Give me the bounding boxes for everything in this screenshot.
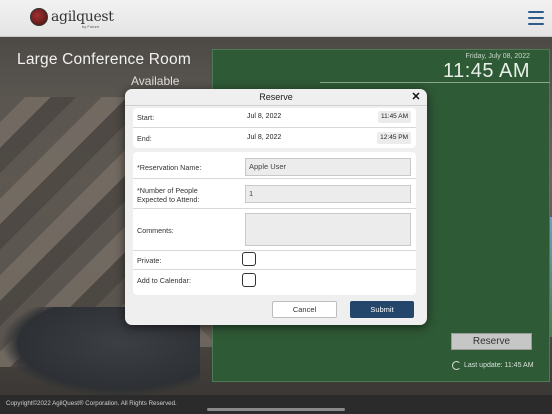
private-row: Private: [133,251,416,270]
logo-text: agilquest [51,9,114,25]
app-logo: agilquest by Forum [30,8,114,29]
form-card: *Reservation Name: Apple User *Number of… [133,152,416,295]
refresh-icon[interactable] [452,361,461,370]
private-label: Private: [137,256,162,265]
dialog-title: Reserve [125,89,427,106]
room-status: Available [131,74,180,88]
panel-time: 11:45 AM [442,60,530,82]
people-label: *Number of People Expected to Attend: [137,186,199,204]
calendar-row: Add to Calendar: [133,270,416,295]
reserve-button[interactable]: Reserve [451,333,532,350]
end-time[interactable]: 12:45 PM [377,132,411,144]
last-update-text: Last update: 11:45 AM [464,362,534,369]
end-date[interactable]: Jul 8, 2022 [247,134,281,141]
hamburger-menu-icon[interactable] [528,11,544,25]
reservation-name-label: *Reservation Name: [137,163,202,172]
logo-subtext: by Forum [82,24,99,29]
end-label: End: [137,134,152,143]
comments-row: Comments: [133,209,416,251]
comments-input[interactable] [245,213,411,246]
reservation-name-input[interactable]: Apple User [245,158,411,176]
panel-divider [320,82,550,83]
copyright-text: Copyright©2022 AgilQuest® Corporation. A… [6,400,177,407]
start-time[interactable]: 11:45 AM [378,111,411,123]
submit-button[interactable]: Submit [350,301,414,318]
people-label-line2: Expected to Attend: [137,195,200,204]
time-card: Start: Jul 8, 2022 11:45 AM End: Jul 8, … [133,108,416,148]
top-bar: agilquest by Forum [0,0,552,37]
start-date[interactable]: Jul 8, 2022 [247,113,281,120]
calendar-checkbox[interactable] [242,273,256,287]
end-row[interactable]: End: Jul 8, 2022 12:45 PM [133,128,416,148]
room-name: Large Conference Room [17,51,191,68]
start-label: Start: [137,113,155,122]
comments-label: Comments: [137,226,174,235]
private-checkbox[interactable] [242,252,256,266]
close-icon[interactable]: ✕ [411,92,421,103]
people-row: *Number of People Expected to Attend: 1 [133,179,416,209]
start-row[interactable]: Start: Jul 8, 2022 11:45 AM [133,108,416,128]
reservation-name-row: *Reservation Name: Apple User [133,152,416,179]
panel-date: Friday, July 08, 2022 [465,53,530,60]
home-indicator[interactable] [207,408,345,411]
reserve-dialog: Reserve ✕ Start: Jul 8, 2022 11:45 AM En… [125,89,427,325]
footer: Copyright©2022 AgilQuest® Corporation. A… [0,395,552,414]
last-update: Last update: 11:45 AM [452,361,534,370]
people-label-line1: *Number of People [137,186,198,195]
cancel-button[interactable]: Cancel [272,301,337,318]
calendar-label: Add to Calendar: [137,276,191,285]
globe-icon [30,8,48,26]
people-input[interactable]: 1 [245,185,411,203]
